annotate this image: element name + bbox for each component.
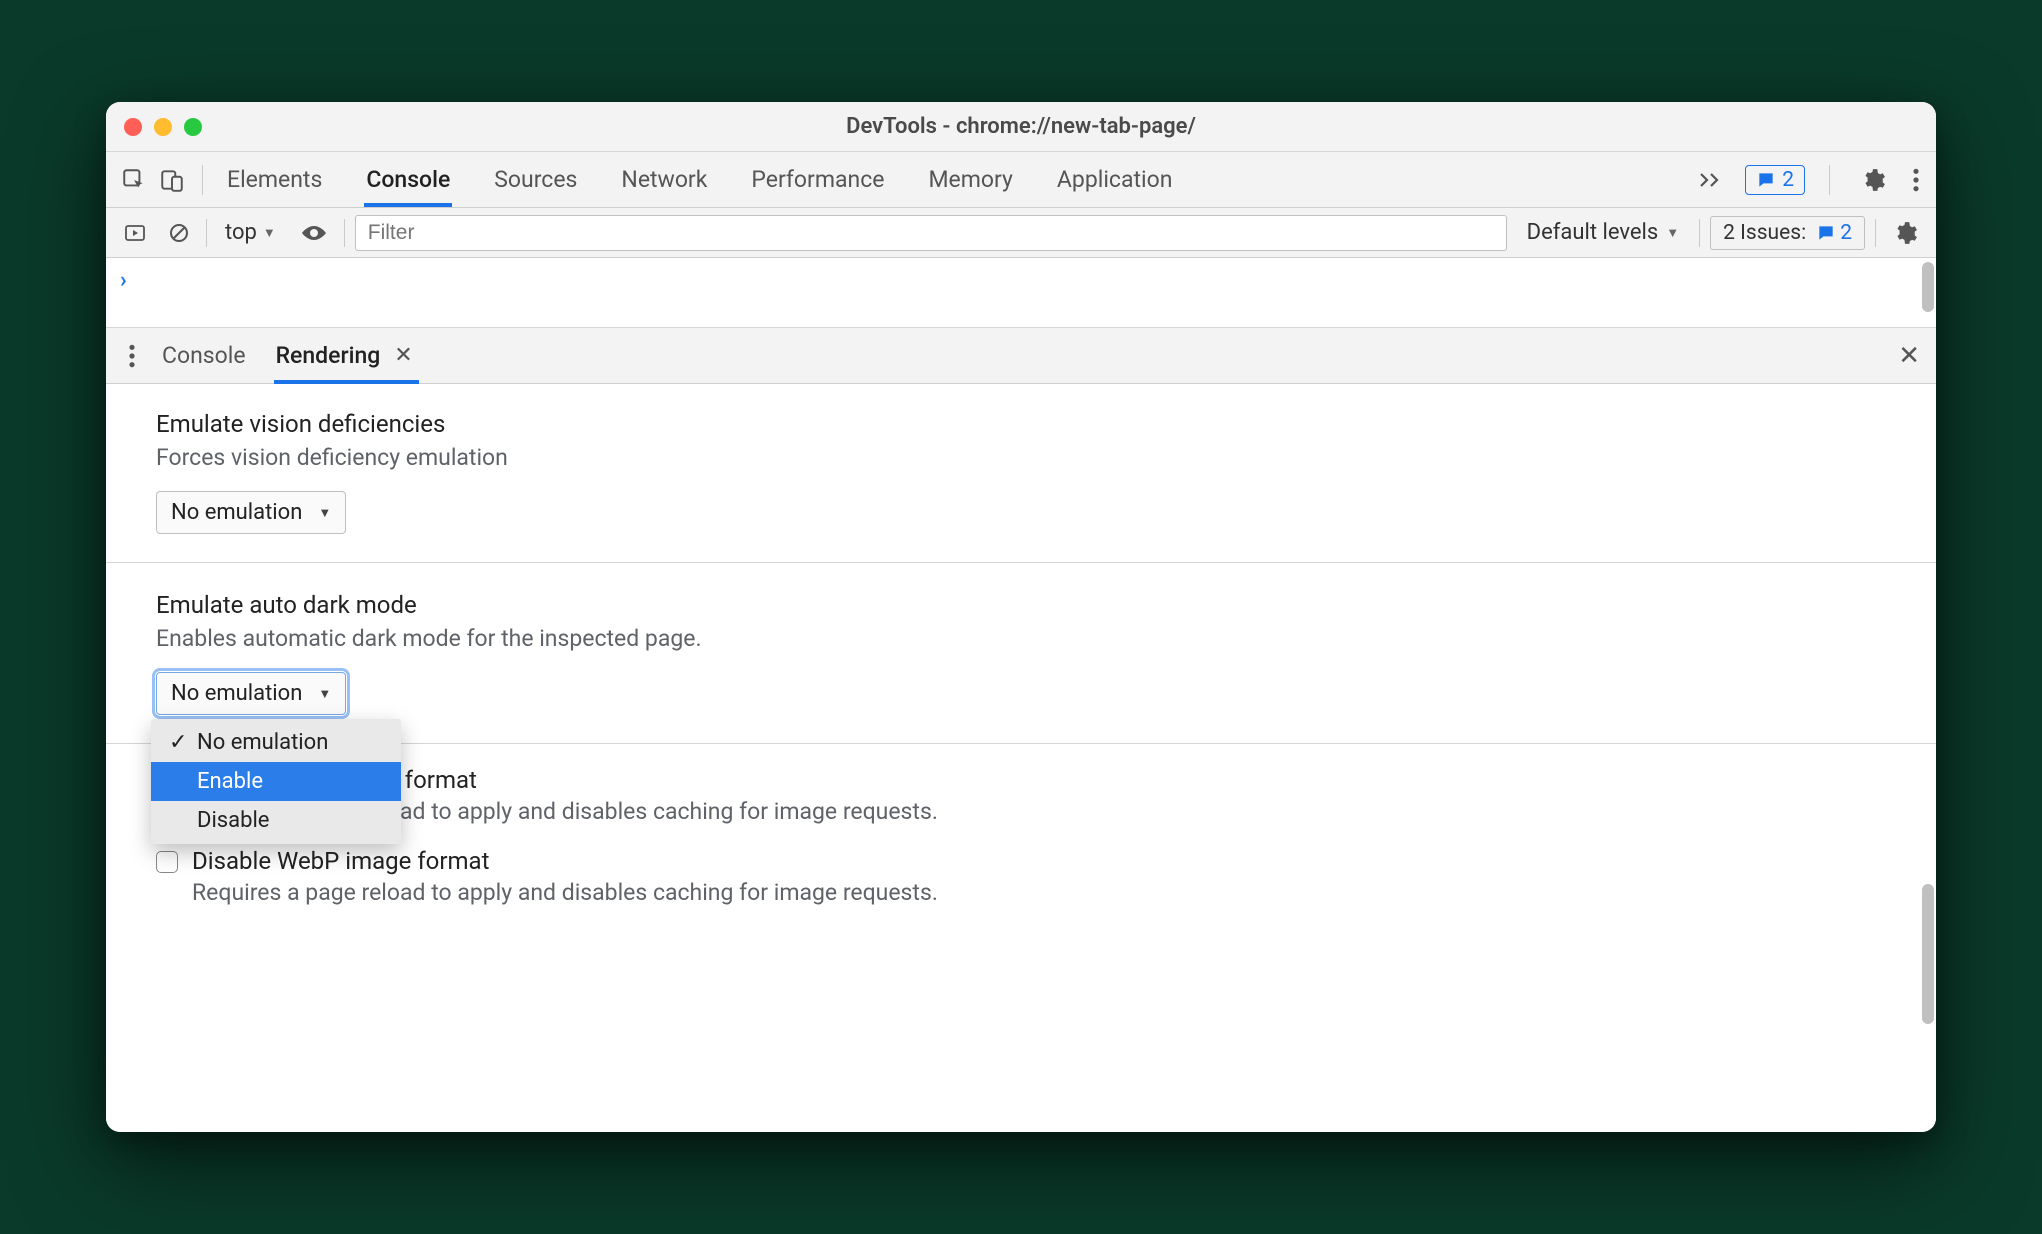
option-label: Enable <box>197 769 263 794</box>
chevron-down-icon: ▼ <box>263 225 276 241</box>
avif-row: Disable AVIF image format Requires a pag… <box>156 766 1886 825</box>
console-body[interactable]: › <box>106 258 1936 328</box>
option-label: Disable <box>197 808 269 833</box>
divider <box>1829 165 1830 195</box>
darkmode-option-no-emulation[interactable]: ✓ No emulation <box>151 723 401 762</box>
close-icon[interactable]: ✕ <box>390 343 416 368</box>
divider <box>344 219 345 247</box>
divider <box>1699 219 1700 247</box>
darkmode-dropdown: ✓ No emulation Enable Disable <box>151 719 401 844</box>
check-icon: ✓ <box>169 730 187 755</box>
tabstrip-right: 2 <box>1691 165 1926 195</box>
console-toolbar: top ▼ Default levels ▼ 2 Issues: 2 <box>106 208 1936 258</box>
darkmode-title: Emulate auto dark mode <box>156 591 1886 619</box>
darkmode-option-enable[interactable]: Enable <box>151 762 401 801</box>
window-title: DevTools - chrome://new-tab-page/ <box>106 114 1936 139</box>
tab-memory[interactable]: Memory <box>926 156 1014 203</box>
chevron-down-icon: ▼ <box>318 686 331 702</box>
main-tabs: Elements Console Sources Network Perform… <box>225 156 1174 203</box>
vision-deficiency-block: Emulate vision deficiencies Forces visio… <box>156 384 1886 534</box>
drawer-tab-label: Rendering <box>276 342 381 369</box>
messages-count: 2 <box>1782 168 1794 192</box>
drawer-tabs: Console Rendering ✕ <box>160 331 419 380</box>
inspect-element-icon[interactable] <box>116 162 152 198</box>
scrollbar-thumb[interactable] <box>1922 262 1934 312</box>
drawer-tab-console[interactable]: Console <box>160 331 248 380</box>
settings-icon[interactable] <box>1854 167 1892 193</box>
devtools-window: DevTools - chrome://new-tab-page/ Elemen… <box>106 102 1936 1132</box>
scrollbar-thumb[interactable] <box>1922 884 1934 1024</box>
webp-checkbox[interactable] <box>156 851 178 873</box>
titlebar: DevTools - chrome://new-tab-page/ <box>106 102 1936 152</box>
divider <box>202 165 203 195</box>
drawer-tab-label: Console <box>162 342 246 369</box>
console-settings-icon[interactable] <box>1886 220 1924 246</box>
issues-chip: 2 <box>1816 221 1852 245</box>
device-toolbar-icon[interactable] <box>154 162 190 198</box>
divider <box>106 562 1936 563</box>
tab-performance[interactable]: Performance <box>749 156 886 203</box>
vision-sub: Forces vision deficiency emulation <box>156 444 1886 471</box>
tab-sources[interactable]: Sources <box>492 156 579 203</box>
divider <box>206 219 207 247</box>
messages-badge[interactable]: 2 <box>1745 165 1805 195</box>
context-selector[interactable]: top ▼ <box>217 218 284 247</box>
vision-select[interactable]: No emulation ▼ <box>156 491 346 534</box>
more-tabs-icon[interactable] <box>1691 170 1731 190</box>
more-options-icon[interactable] <box>1906 167 1926 193</box>
issues-button[interactable]: 2 Issues: 2 <box>1710 216 1865 250</box>
darkmode-sub: Enables automatic dark mode for the insp… <box>156 625 1886 652</box>
tab-application[interactable]: Application <box>1055 156 1175 203</box>
vision-select-value: No emulation <box>171 500 302 525</box>
darkmode-option-disable[interactable]: Disable <box>151 801 401 840</box>
webp-row: Disable WebP image format Requires a pag… <box>156 847 1886 906</box>
prompt-caret-icon: › <box>120 268 127 293</box>
rendering-panel: Emulate vision deficiencies Forces visio… <box>106 384 1936 1132</box>
log-levels-selector[interactable]: Default levels ▼ <box>1517 220 1690 245</box>
chevron-down-icon: ▼ <box>1666 225 1679 241</box>
chevron-down-icon: ▼ <box>318 505 331 521</box>
drawer-more-icon[interactable] <box>118 343 146 369</box>
issues-count: 2 <box>1840 221 1852 245</box>
vision-title: Emulate vision deficiencies <box>156 410 1886 438</box>
webp-sub: Requires a page reload to apply and disa… <box>192 879 938 906</box>
tab-network[interactable]: Network <box>619 156 709 203</box>
darkmode-select-value: No emulation <box>171 681 302 706</box>
log-levels-label: Default levels <box>1527 220 1659 245</box>
tab-console[interactable]: Console <box>364 156 452 207</box>
drawer-tabbar: Console Rendering ✕ ✕ <box>106 328 1936 384</box>
webp-title: Disable WebP image format <box>192 847 938 875</box>
context-label: top <box>225 220 257 245</box>
toggle-sidebar-icon[interactable] <box>118 216 152 250</box>
drawer-tab-rendering[interactable]: Rendering ✕ <box>274 331 419 384</box>
divider <box>1875 219 1876 247</box>
filter-input[interactable] <box>355 215 1507 251</box>
dark-mode-block: Emulate auto dark mode Enables automatic… <box>156 591 1886 715</box>
tab-elements[interactable]: Elements <box>225 156 324 203</box>
live-expression-icon[interactable] <box>294 223 334 243</box>
option-label: No emulation <box>197 730 328 755</box>
main-tabstrip: Elements Console Sources Network Perform… <box>106 152 1936 208</box>
drawer-right: ✕ <box>1894 341 1924 371</box>
darkmode-select[interactable]: No emulation ▼ ✓ No emulation Enable <box>156 672 346 715</box>
close-drawer-icon[interactable]: ✕ <box>1894 341 1924 371</box>
clear-console-icon[interactable] <box>162 216 196 250</box>
issues-label: 2 Issues: <box>1723 221 1806 245</box>
